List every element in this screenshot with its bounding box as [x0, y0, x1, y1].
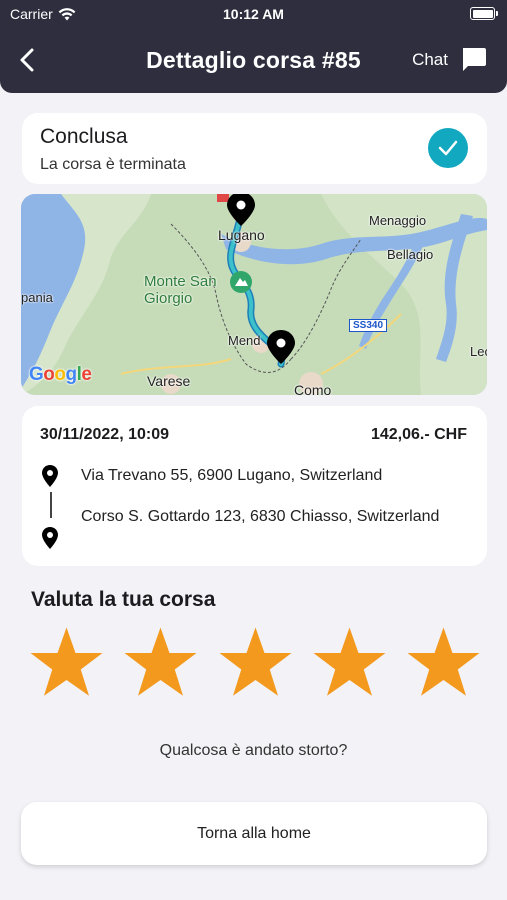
map-label-mendrisio: Mend [228, 333, 261, 348]
map-label-pania: pania [21, 290, 53, 305]
trip-date: 30/11/2022, 10:09 [40, 426, 170, 443]
dropoff-address: Corso S. Gottardo 123, 6830 Chiasso, Swi… [81, 508, 440, 525]
dropoff-pin-icon [42, 527, 58, 549]
map-label-menaggio: Menaggio [369, 213, 427, 228]
pickup-pin-icon [42, 465, 58, 487]
map-label-lec: Lec [470, 344, 487, 359]
trip-details-card: 30/11/2022, 10:09 142,06.- CHF Via Treva… [22, 406, 487, 566]
map-label-monte-san-giorgio: Monte San Giorgio [144, 273, 217, 307]
header: Carrier 10:12 AM Dettaglio corsa #85 Cha… [0, 0, 507, 93]
chat-button[interactable]: Chat [412, 46, 487, 73]
pickup-address: Via Trevano 55, 6900 Lugano, Switzerland [81, 467, 383, 484]
star-icon-1[interactable] [29, 626, 104, 698]
ride-status-title: Conclusa [40, 125, 128, 148]
map-label-varese: Varese [147, 373, 191, 389]
star-icon-5[interactable] [406, 626, 481, 698]
chat-label: Chat [412, 49, 448, 69]
chat-bubble-icon [463, 48, 486, 71]
route-connector [50, 492, 52, 518]
star-icon-3[interactable] [218, 626, 293, 698]
rating-title: Valuta la tua corsa [31, 588, 216, 611]
status-time: 10:12 AM [223, 6, 284, 22]
map-label-como: Como [294, 382, 332, 395]
ride-status-card: Conclusa La corsa è terminata [22, 113, 487, 184]
trip-price: 142,06.- CHF [370, 426, 467, 443]
star-icon-4[interactable] [312, 626, 387, 698]
google-logo: Google [29, 364, 92, 385]
battery-icon [470, 7, 498, 20]
nav-bar: Dettaglio corsa #85 Chat [0, 38, 507, 82]
road-shield: SS340 [349, 319, 388, 332]
check-circle-icon [428, 128, 468, 168]
route-map[interactable]: Lugano Menaggio Bellagio Monte San Giorg… [21, 194, 487, 395]
report-problem-link[interactable]: Qualcosa è andato storto? [0, 742, 507, 760]
status-bar: Carrier 10:12 AM [0, 0, 507, 28]
rating-stars [29, 626, 481, 698]
star-icon-2[interactable] [123, 626, 198, 698]
map-label-bellagio: Bellagio [387, 247, 434, 262]
ride-status-subtitle: La corsa è terminata [40, 156, 186, 173]
map-label-lugano: Lugano [218, 227, 265, 243]
home-button[interactable]: Torna alla home [21, 802, 487, 865]
